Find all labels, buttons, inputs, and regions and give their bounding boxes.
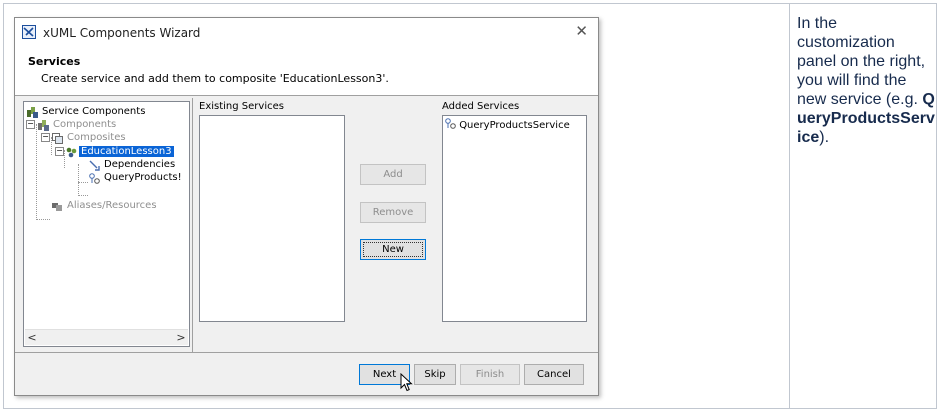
existing-services-list[interactable] bbox=[199, 115, 345, 322]
instruction-text-tail: ). bbox=[819, 129, 830, 146]
skip-button[interactable]: Skip bbox=[414, 364, 456, 385]
service-icon bbox=[445, 118, 456, 129]
step-title: Services bbox=[28, 55, 81, 68]
tree-item-composites[interactable]: Composites bbox=[52, 132, 128, 144]
cancel-button[interactable]: Cancel bbox=[524, 364, 584, 385]
collapse-icon[interactable]: − bbox=[41, 133, 50, 142]
service-components-icon bbox=[27, 107, 38, 118]
step-description: Create service and add them to composite… bbox=[41, 72, 389, 85]
existing-services-label: Existing Services bbox=[199, 101, 284, 112]
footer-separator bbox=[15, 352, 598, 353]
tree-connector bbox=[78, 195, 88, 196]
wizard-dialog: xUML Components Wizard ✕ Services Create… bbox=[14, 17, 599, 396]
panel-splitter[interactable] bbox=[192, 98, 193, 352]
tree-item-educationlesson3[interactable]: EducationLesson3 bbox=[66, 146, 174, 158]
add-button[interactable]: Add bbox=[360, 164, 426, 185]
tree-item-label: Aliases/Resources bbox=[67, 200, 157, 211]
tree-item-label: EducationLesson3 bbox=[79, 146, 174, 157]
added-services-label: Added Services bbox=[442, 101, 520, 112]
collapse-icon[interactable]: − bbox=[26, 120, 35, 129]
composites-icon bbox=[52, 133, 63, 144]
list-item-label: QueryProductsService bbox=[459, 120, 570, 131]
tree-item-label: QueryProducts! bbox=[104, 172, 182, 183]
tree-horizontal-scrollbar[interactable]: < > bbox=[25, 329, 188, 345]
new-button[interactable]: New bbox=[360, 239, 426, 260]
tree-item-label: Components bbox=[53, 119, 117, 130]
table-column-divider bbox=[789, 4, 790, 408]
instruction-text-lead: In the customization panel on the right,… bbox=[797, 15, 926, 108]
mouse-cursor-icon bbox=[400, 373, 413, 392]
list-item[interactable]: QueryProductsService bbox=[445, 118, 570, 131]
tree-item-label: Composites bbox=[67, 132, 126, 143]
tree-connector bbox=[64, 150, 65, 168]
scroll-right-icon[interactable]: > bbox=[174, 330, 188, 345]
tree-connector bbox=[36, 219, 50, 220]
scroll-left-icon[interactable]: < bbox=[25, 330, 39, 345]
tree-item-label: Service Components bbox=[42, 106, 146, 117]
tree-connector bbox=[36, 124, 37, 220]
dialog-title: xUML Components Wizard bbox=[43, 26, 201, 40]
dialog-titlebar[interactable]: xUML Components Wizard ✕ bbox=[15, 18, 598, 47]
collapse-icon[interactable]: − bbox=[55, 147, 64, 156]
tree-connector bbox=[78, 182, 88, 183]
components-icon bbox=[38, 120, 49, 131]
tree-item-service-components[interactable]: Service Components bbox=[27, 106, 147, 118]
remove-button[interactable]: Remove bbox=[360, 202, 426, 223]
component-tree[interactable]: Service Components − Components − Compos… bbox=[23, 101, 190, 347]
tree-item-label: Dependencies bbox=[104, 159, 176, 170]
wizard-app-icon bbox=[22, 25, 36, 39]
added-services-list[interactable]: QueryProductsService bbox=[442, 115, 587, 322]
wizard-header: Services Create service and add them to … bbox=[15, 47, 598, 96]
dependencies-icon bbox=[89, 160, 100, 171]
composite-icon bbox=[66, 147, 77, 158]
service-icon bbox=[89, 173, 100, 184]
tree-item-components[interactable]: Components bbox=[38, 119, 118, 131]
finish-button[interactable]: Finish bbox=[460, 364, 520, 385]
close-icon[interactable]: ✕ bbox=[575, 22, 588, 40]
tree-item-dependencies[interactable]: Dependencies bbox=[89, 159, 177, 171]
aliases-icon bbox=[52, 203, 62, 211]
tree-item-queryproducts[interactable]: QueryProducts! bbox=[89, 172, 184, 184]
tree-connector bbox=[78, 164, 79, 196]
tree-item-aliases-resources[interactable]: Aliases/Resources bbox=[52, 200, 159, 211]
instruction-text: In the customization panel on the right,… bbox=[797, 14, 935, 147]
